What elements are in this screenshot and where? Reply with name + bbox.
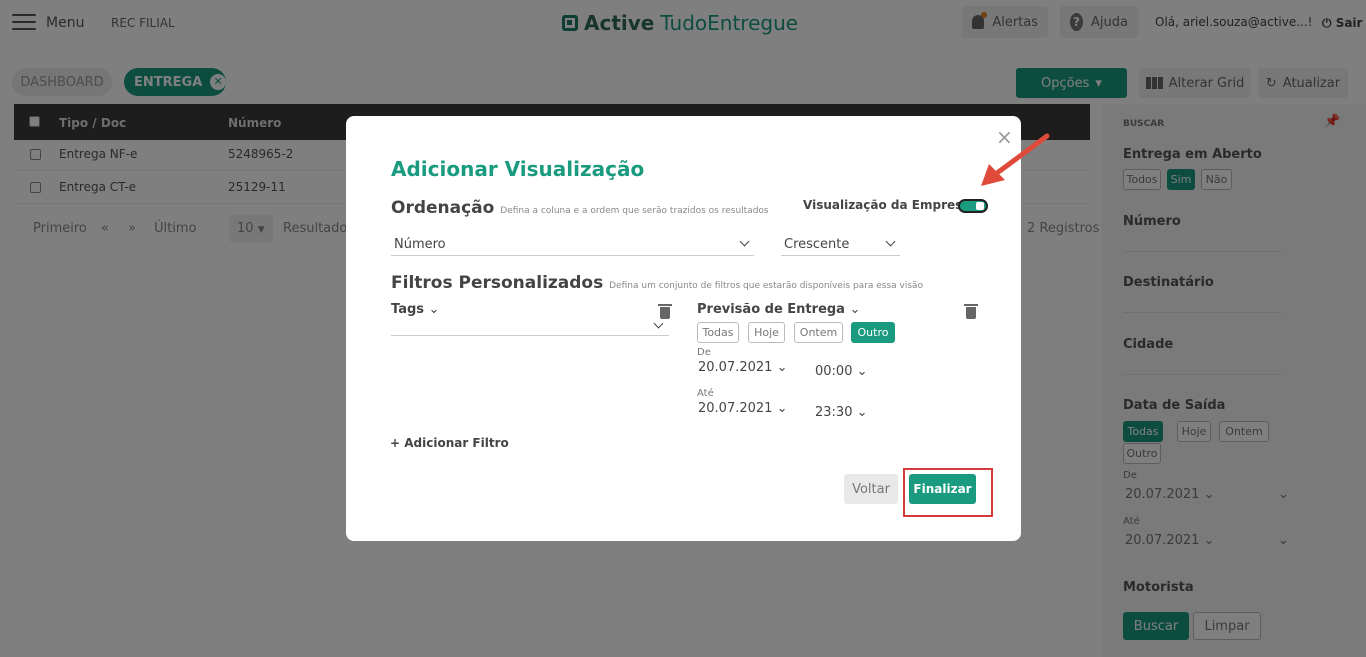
filtros-section: Filtros Personalizados Defina um conjunt… [391,273,923,293]
sort-column-value: Número [394,237,446,252]
previsao-ontem[interactable]: Ontem [794,322,843,343]
filtros-label: Filtros Personalizados [391,273,604,293]
ordenacao-section: Ordenação Defina a coluna e a ordem que … [391,198,769,218]
chevron-down-icon: ⌄ [849,302,861,317]
ate-label: Até [697,388,714,399]
chevron-down-icon: ⌄ [776,360,788,375]
trash-icon[interactable] [964,304,978,319]
filtros-hint: Defina um conjunto de filtros que estarã… [609,281,924,291]
de-time-value: 00:00 [815,364,853,379]
modal-title: Adicionar Visualização [391,157,645,181]
ordenacao-label: Ordenação [391,198,495,218]
de-time-select[interactable]: 00:00 ⌄ [815,364,868,379]
empresa-toggle-label: Visualização da Empresa [803,198,971,212]
chevron-down-icon [653,318,664,329]
de-date-select[interactable]: 20.07.2021 ⌄ [698,360,787,375]
previsao-label-text: Previsão de Entrega [697,302,845,317]
previsao-hoje[interactable]: Hoje [748,322,785,343]
ate-date-value: 20.07.2021 [698,401,773,416]
ate-time-select[interactable]: 23:30 ⌄ [815,405,868,420]
chevron-down-icon [885,236,896,247]
ate-date-select[interactable]: 20.07.2021 ⌄ [698,401,787,416]
previsao-outro[interactable]: Outro [851,322,895,343]
annotation-highlight-box [903,468,993,517]
sort-column-select[interactable]: Número [391,234,754,256]
empresa-toggle[interactable] [958,199,988,213]
tags-select[interactable] [391,314,669,336]
voltar-button[interactable]: Voltar [844,474,898,504]
de-date-value: 20.07.2021 [698,360,773,375]
annotation-arrow-icon [981,133,1050,186]
de-label: De [697,347,711,358]
ordenacao-hint: Defina a coluna e a ordem que serão traz… [500,206,769,216]
previsao-filter-label[interactable]: Previsão de Entrega ⌄ [697,302,860,317]
previsao-todas[interactable]: Todas [697,322,739,343]
chevron-down-icon: ⌄ [856,364,868,379]
chevron-down-icon: ⌄ [856,405,868,420]
chevron-down-icon: ⌄ [776,401,788,416]
sort-order-select[interactable]: Crescente [781,234,900,256]
ate-time-value: 23:30 [815,405,853,420]
add-filter-button[interactable]: + Adicionar Filtro [390,436,509,450]
chevron-down-icon [739,236,750,247]
sort-order-value: Crescente [784,237,850,252]
